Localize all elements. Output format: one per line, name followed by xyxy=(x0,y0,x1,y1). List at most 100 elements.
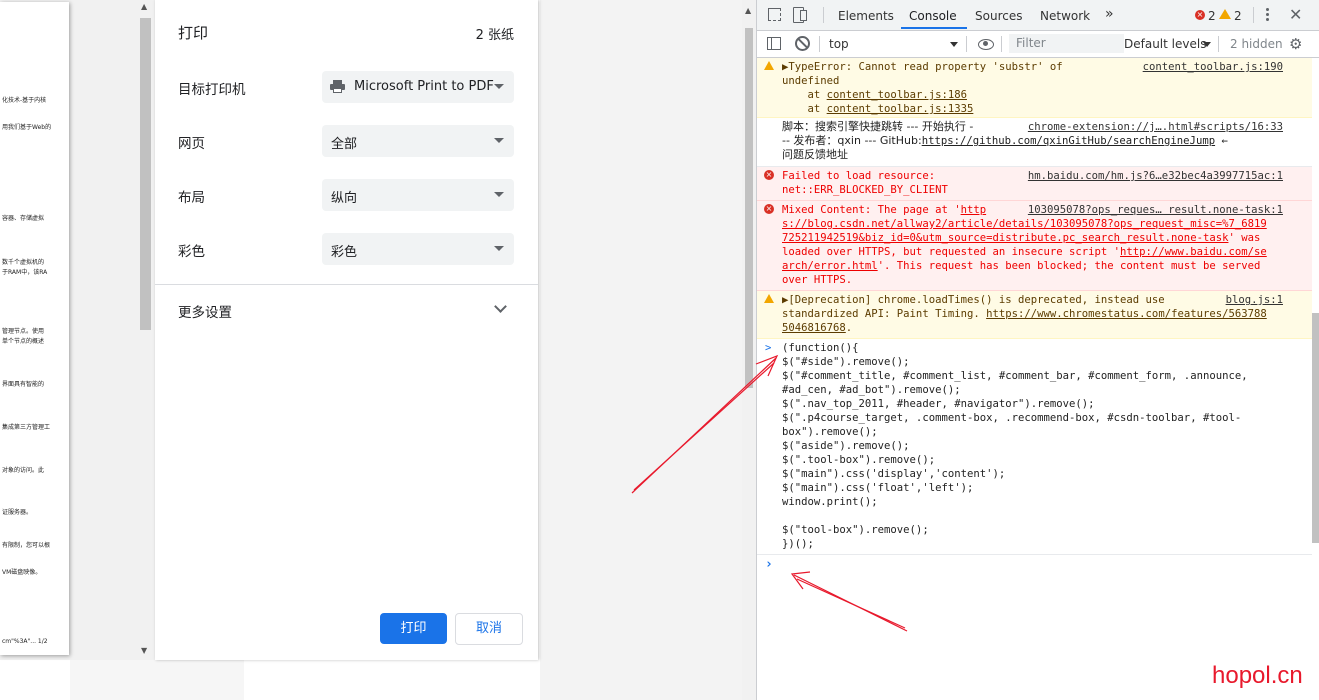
warning-icon[interactable] xyxy=(1219,9,1231,19)
page-background-gray xyxy=(70,660,244,700)
page-scrollbar[interactable]: ▲ xyxy=(742,0,756,700)
more-options-icon[interactable] xyxy=(1266,8,1269,22)
source-link[interactable]: hm.baidu.com/hm.js?6…e32bec4a3997715ac:1 xyxy=(1028,169,1283,183)
tab-console[interactable]: Console xyxy=(909,9,957,23)
print-settings-panel: 打印 2 张纸 目标打印机 Microsoft Print to PDF 网页 … xyxy=(155,0,538,660)
preview-text: 数千个虚拟机的 xyxy=(2,259,45,266)
more-settings-toggle[interactable]: 更多设置 xyxy=(178,301,232,321)
destination-select[interactable]: Microsoft Print to PDF xyxy=(322,71,514,103)
stack-link[interactable]: content_toolbar.js:1335 xyxy=(827,103,974,115)
devtools-panel: Elements Console Sources Network » × 2 2… xyxy=(756,0,1319,700)
device-toolbar-icon-part xyxy=(800,10,807,21)
error-icon: × xyxy=(764,204,774,214)
preview-text: 单个节点的概述 xyxy=(2,338,45,345)
clear-console-icon[interactable] xyxy=(795,36,810,51)
scrollbar-thumb[interactable] xyxy=(140,18,151,330)
log-levels-dropdown[interactable]: Default levels xyxy=(1124,37,1206,51)
url-link[interactable]: s://blog.csdn.net/allway2/article/detail… xyxy=(782,217,1267,231)
message-text: Mixed Content: The page at ' xyxy=(782,204,961,216)
context-selector[interactable]: top xyxy=(829,37,849,51)
scrollbar-thumb[interactable] xyxy=(745,28,753,388)
console-scrollbar[interactable] xyxy=(1312,58,1319,700)
url-link[interactable]: http xyxy=(961,204,987,216)
message-text: -- 发布者：qxin --- GitHub: xyxy=(782,134,922,147)
source-link[interactable]: blog.js:1 xyxy=(1226,293,1283,307)
code-line: $(".nav_top_2011, #header, #navigator").… xyxy=(782,398,1095,410)
hidden-count: 2 hidden xyxy=(1230,37,1283,51)
layout-label: 布局 xyxy=(178,190,205,206)
gear-icon[interactable]: ⚙ xyxy=(1289,36,1305,52)
error-icon[interactable]: × xyxy=(1195,10,1205,20)
tab-sources[interactable]: Sources xyxy=(975,9,1022,23)
console-input-echo[interactable]: > (function(){ $("#side").remove(); $("#… xyxy=(757,339,1312,555)
scroll-down-icon[interactable]: ▼ xyxy=(141,646,147,655)
source-link[interactable]: chrome-extension://j….html#scripts/16:33 xyxy=(1028,120,1283,134)
url-link[interactable]: http://www.baidu.com/se xyxy=(1120,246,1267,258)
preview-text: 界面具有智能的 xyxy=(2,381,45,388)
caret-down-icon xyxy=(494,192,504,197)
eye-icon[interactable] xyxy=(978,39,994,50)
preview-text: 集成第三方管理工 xyxy=(2,424,51,431)
scrollbar-thumb[interactable] xyxy=(1312,313,1319,543)
console-prompt-icon[interactable]: › xyxy=(765,558,773,572)
print-button[interactable]: 打印 xyxy=(380,613,447,644)
close-icon[interactable]: ✕ xyxy=(1289,5,1302,24)
pages-select[interactable]: 全部 xyxy=(322,125,514,157)
sheet-count: 2 张纸 xyxy=(475,28,514,43)
more-tabs-icon[interactable]: » xyxy=(1105,6,1114,22)
console-toolbar: top Filter Default levels 2 hidden ⚙ xyxy=(757,31,1319,58)
layout-value: 纵向 xyxy=(331,191,358,206)
preview-text: 用我们基于Web的 xyxy=(2,124,52,131)
tab-elements[interactable]: Elements xyxy=(838,9,894,23)
caret-down-icon[interactable] xyxy=(950,42,958,47)
preview-text: 对象的访问。此 xyxy=(2,467,45,474)
caret-down-icon[interactable] xyxy=(1203,42,1211,47)
message-text: '. This request has been blocked; the co… xyxy=(877,260,1261,272)
code-line: window.print(); xyxy=(782,496,878,508)
inspect-element-icon[interactable] xyxy=(768,8,781,21)
filter-input[interactable]: Filter xyxy=(1009,34,1124,53)
pages-label: 网页 xyxy=(178,136,205,152)
chevron-down-icon[interactable] xyxy=(494,300,507,313)
console-warning[interactable]: ▶[Deprecation] chrome.loadTimes() is dep… xyxy=(757,291,1312,339)
code-line: $(".p4course_target, .comment-box, .reco… xyxy=(782,412,1242,424)
message-text: ▶[Deprecation] chrome.loadTimes() is dep… xyxy=(782,294,1165,306)
pages-value: 全部 xyxy=(331,137,358,152)
source-link[interactable]: content_toolbar.js:190 xyxy=(1143,60,1283,74)
github-link[interactable]: https://github.com/qxinGitHub/searchEngi… xyxy=(922,135,1215,147)
preview-text: 有限制，您可以根 xyxy=(2,542,51,549)
print-title: 打印 xyxy=(178,24,209,42)
preview-scrollbar[interactable]: ▲ ▼ xyxy=(138,0,153,660)
show-sidebar-icon[interactable] xyxy=(767,37,781,50)
divider xyxy=(819,36,820,52)
preview-text: 容器、存储虚拟 xyxy=(2,215,45,222)
source-link[interactable]: 103095078?ops_reques… result.none-task:1 xyxy=(1028,203,1283,217)
color-select[interactable]: 彩色 xyxy=(322,233,514,265)
code-line: box").remove(); xyxy=(782,426,878,438)
layout-select[interactable]: 纵向 xyxy=(322,179,514,211)
divider xyxy=(1001,36,1002,52)
cancel-button[interactable]: 取消 xyxy=(455,613,523,645)
url-link[interactable]: 725211942519&biz_id=0&utm_source=distrib… xyxy=(782,232,1228,244)
destination-value: Microsoft Print to PDF xyxy=(354,79,494,94)
console-output[interactable]: ▶TypeError: Cannot read property 'substr… xyxy=(757,58,1312,700)
color-value: 彩色 xyxy=(331,245,358,260)
console-error[interactable]: × Failed to load resource: net::ERR_BLOC… xyxy=(757,167,1312,201)
scroll-up-icon[interactable]: ▲ xyxy=(745,6,751,15)
code-line: $("main").css('float','left'); xyxy=(782,482,974,494)
console-error[interactable]: × Mixed Content: The page at 'http 10309… xyxy=(757,201,1312,291)
console-warning[interactable]: ▶TypeError: Cannot read property 'substr… xyxy=(757,58,1312,118)
tab-network[interactable]: Network xyxy=(1040,9,1090,23)
url-link[interactable]: https://www.chromestatus.com/features/56… xyxy=(986,308,1267,320)
error-count[interactable]: 2 xyxy=(1208,9,1216,23)
code-line: $("tool-box").remove(); xyxy=(782,524,929,536)
page-background xyxy=(540,0,756,700)
console-log[interactable]: 脚本：搜索引擎快捷跳转 --- 开始执行 - chrome-extension:… xyxy=(757,118,1312,167)
warning-count[interactable]: 2 xyxy=(1234,9,1242,23)
scroll-up-icon[interactable]: ▲ xyxy=(141,2,147,11)
preview-page[interactable]: 化技术-基于内核 用我们基于Web的 容器、存储虚拟 数千个虚拟机的 于RAM中… xyxy=(0,2,69,655)
stack-link[interactable]: content_toolbar.js:186 xyxy=(827,89,967,101)
url-link[interactable]: arch/error.html xyxy=(782,260,878,272)
preview-text: 管理节点。使用 xyxy=(2,328,45,335)
url-link[interactable]: 5046816768 xyxy=(782,322,846,334)
